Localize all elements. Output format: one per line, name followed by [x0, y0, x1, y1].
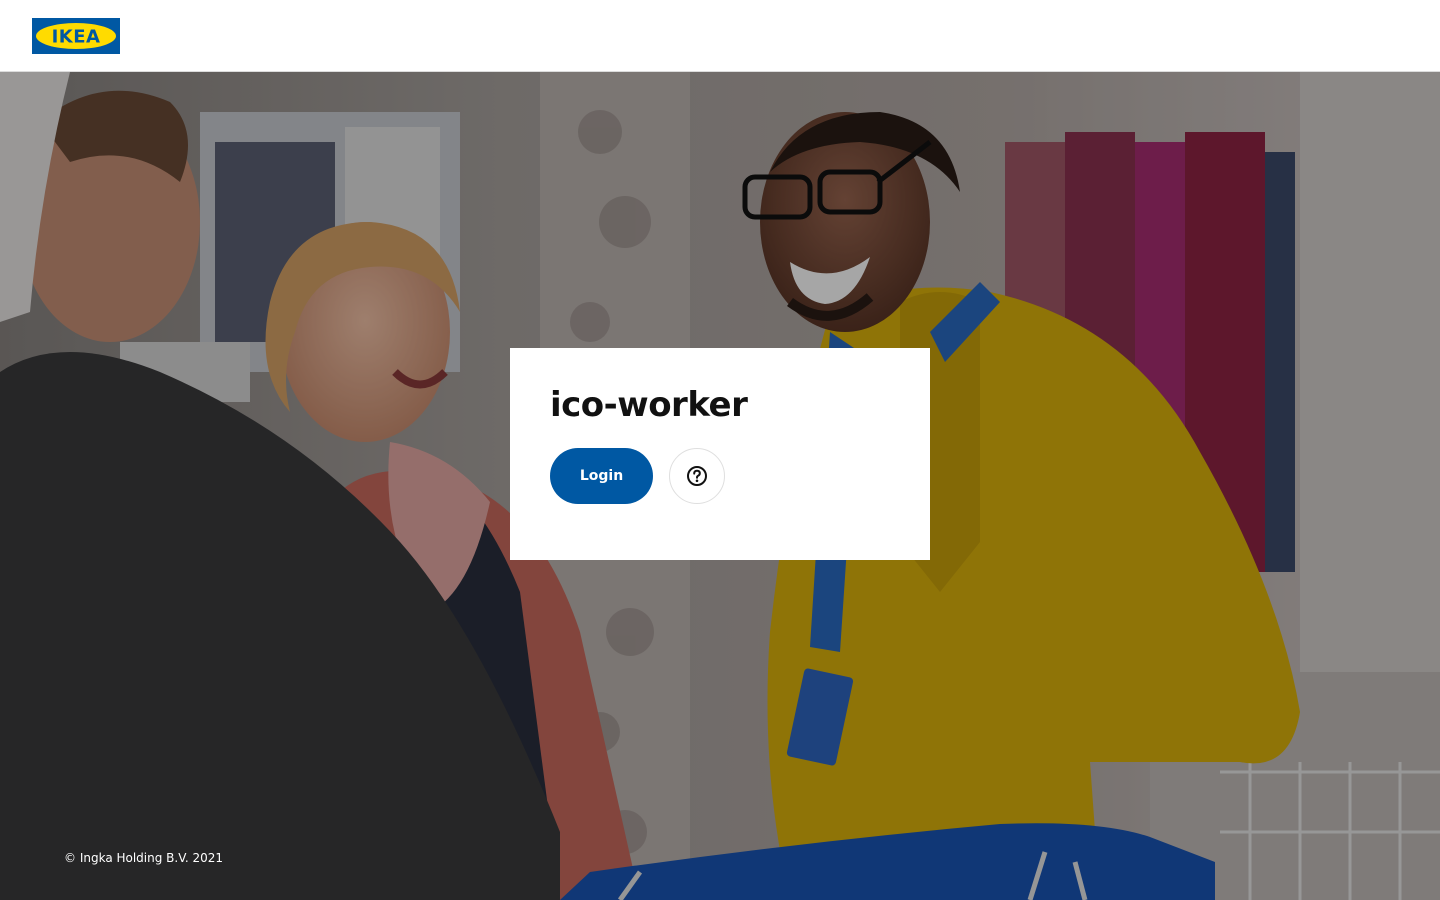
top-header: IKEA	[0, 0, 1440, 72]
login-card: ico-worker Login	[510, 348, 930, 560]
login-button[interactable]: Login	[550, 448, 653, 504]
help-button[interactable]	[669, 448, 725, 504]
app-title: ico-worker	[550, 385, 748, 425]
ikea-logo[interactable]: IKEA	[32, 18, 120, 54]
question-circle-icon	[687, 466, 707, 486]
copyright-text: © Ingka Holding B.V. 2021	[64, 851, 224, 865]
logo-text: IKEA	[52, 27, 101, 48]
ikea-logo-icon: IKEA	[32, 18, 120, 54]
